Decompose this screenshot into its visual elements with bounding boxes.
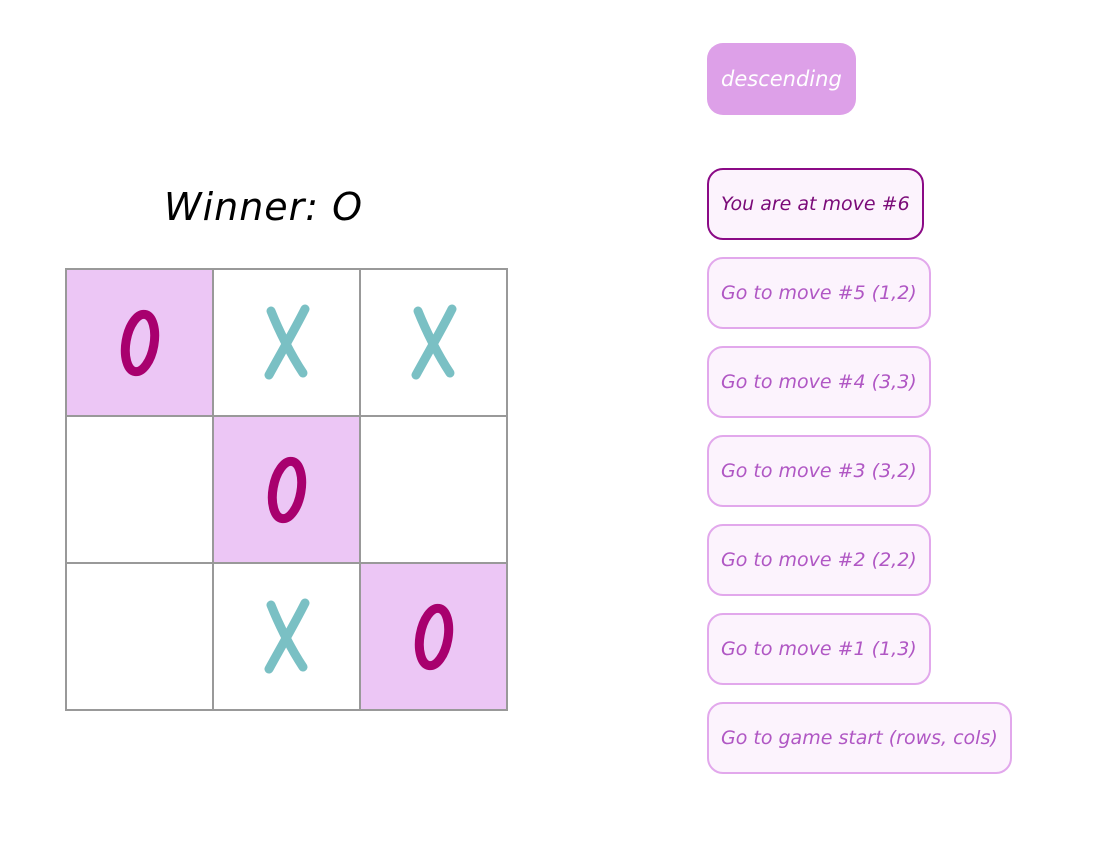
sort-order-toggle-button[interactable]: descending xyxy=(707,43,856,115)
square-3-2[interactable] xyxy=(213,563,360,710)
x-mark xyxy=(411,304,456,379)
move-history-item: Go to move #1 (1,3) xyxy=(707,613,1012,702)
move-button-6[interactable]: You are at move #6 xyxy=(707,168,924,240)
square-1-1[interactable] xyxy=(66,269,213,416)
square-1-2[interactable] xyxy=(213,269,360,416)
move-history-item: Go to game start (rows, cols) xyxy=(707,702,1012,791)
move-history-item: You are at move #6 xyxy=(707,168,1012,257)
square-2-1[interactable] xyxy=(66,416,213,563)
move-button-4[interactable]: Go to move #4 (3,3) xyxy=(707,346,931,418)
move-button-1[interactable]: Go to move #1 (1,3) xyxy=(707,613,931,685)
o-mark xyxy=(120,309,159,376)
x-mark xyxy=(264,598,309,673)
square-3-3[interactable] xyxy=(360,563,507,710)
go-to-game-start-button[interactable]: Go to game start (rows, cols) xyxy=(707,702,1012,774)
move-button-5[interactable]: Go to move #5 (1,2) xyxy=(707,257,931,329)
move-history-item: Go to move #2 (2,2) xyxy=(707,524,1012,613)
move-button-2[interactable]: Go to move #2 (2,2) xyxy=(707,524,931,596)
o-mark xyxy=(267,456,306,523)
square-1-3[interactable] xyxy=(360,269,507,416)
square-3-1[interactable] xyxy=(66,563,213,710)
move-button-3[interactable]: Go to move #3 (3,2) xyxy=(707,435,931,507)
game-board xyxy=(65,268,508,711)
o-mark xyxy=(414,603,453,670)
move-history-item: Go to move #3 (3,2) xyxy=(707,435,1012,524)
move-history-item: Go to move #5 (1,2) xyxy=(707,257,1012,346)
move-history-item: Go to move #4 (3,3) xyxy=(707,346,1012,435)
x-mark xyxy=(264,304,309,379)
move-history-list: You are at move #6 Go to move #5 (1,2) G… xyxy=(707,168,1012,791)
game-status: Winner: O xyxy=(164,185,364,229)
square-2-2[interactable] xyxy=(213,416,360,563)
square-2-3[interactable] xyxy=(360,416,507,563)
